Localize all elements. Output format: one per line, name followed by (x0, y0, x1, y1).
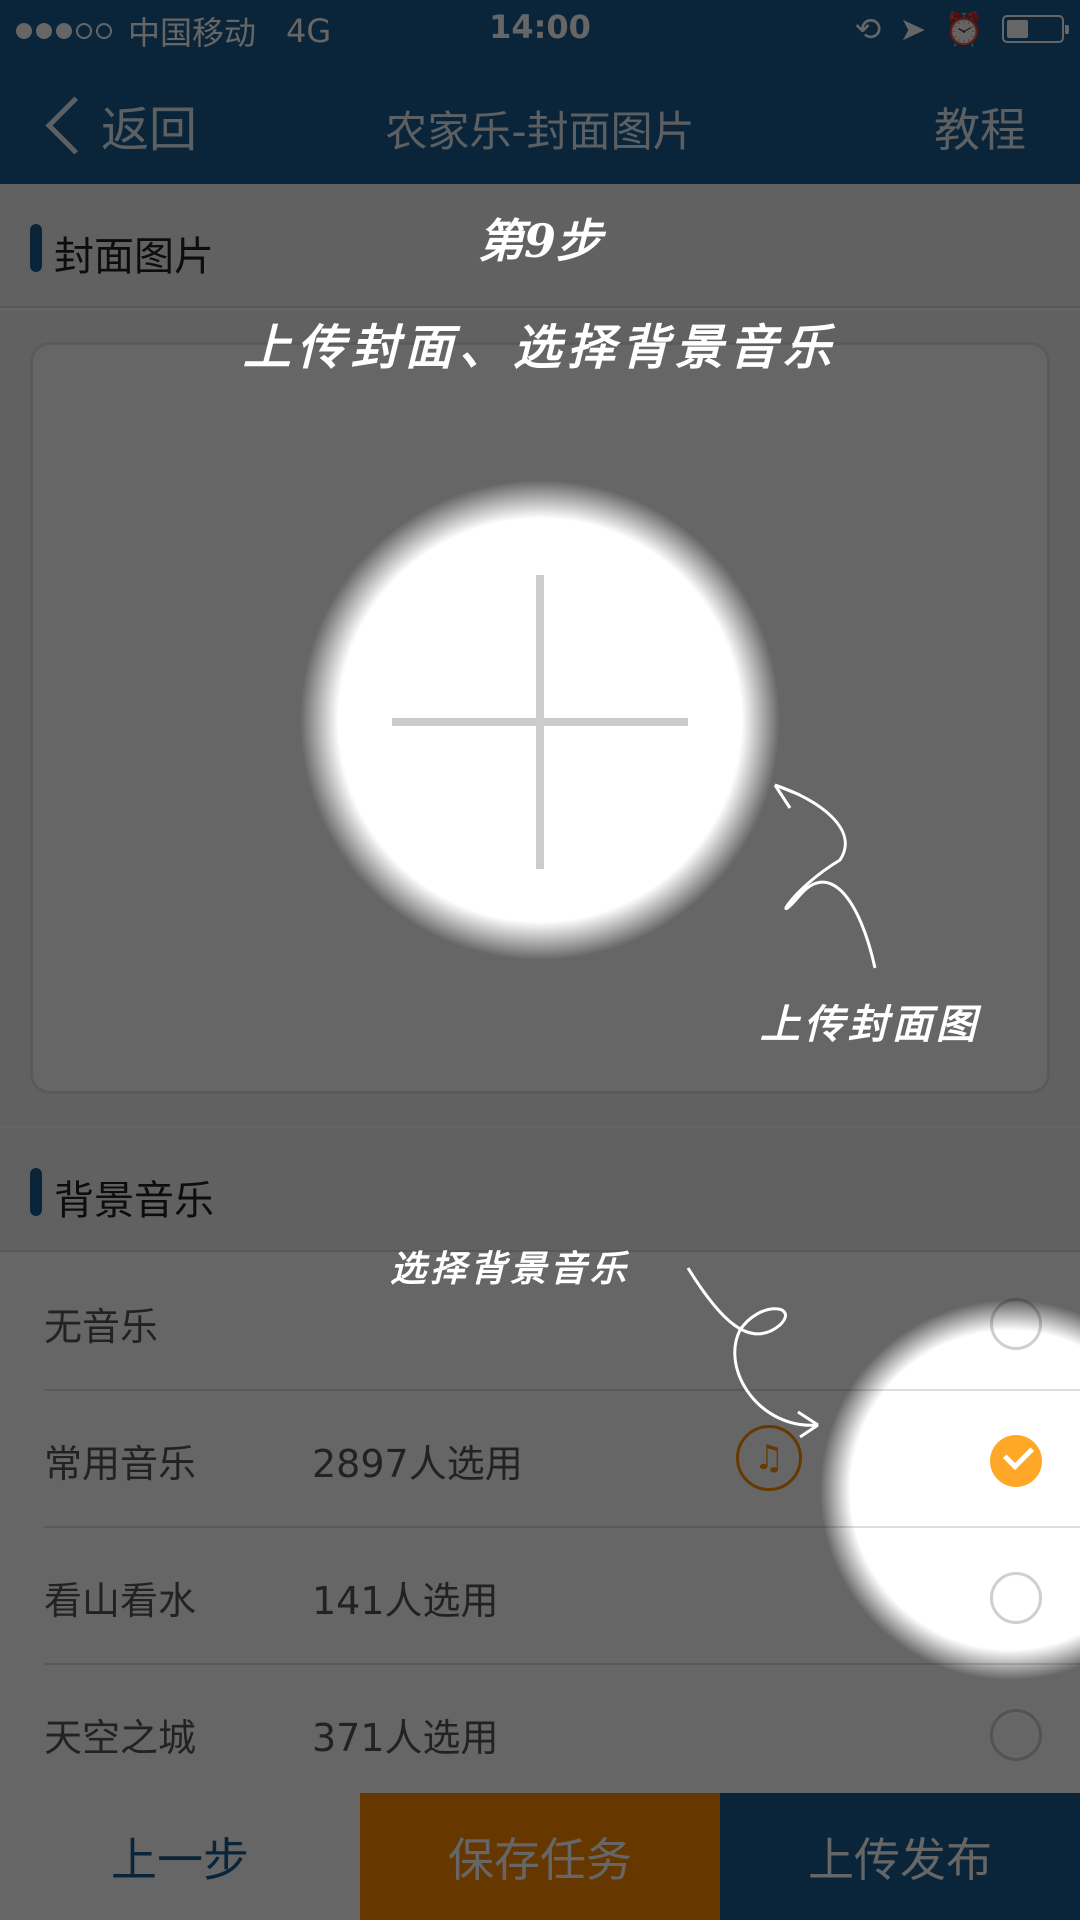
radio-button-selected[interactable] (990, 1435, 1042, 1487)
music-name: 无音乐 (44, 1305, 159, 1349)
music-option-mountains[interactable]: 看山看水 141人选用 (0, 1528, 1080, 1665)
music-option-sky-city[interactable]: 天空之城 371人选用 (0, 1665, 1080, 1802)
cover-section-title: 封面图片 (54, 234, 214, 280)
status-bar: 中国移动 4G 14:00 ⟲ ➤ ⏰ (0, 0, 1080, 60)
radio-button[interactable] (990, 1709, 1042, 1761)
save-task-button[interactable]: 保存任务 (360, 1793, 720, 1920)
add-cover-icon-h (392, 718, 688, 726)
music-option-none[interactable]: 无音乐 (0, 1254, 1080, 1391)
page-title: 农家乐-封面图片 (385, 107, 695, 156)
section-marker (30, 1168, 42, 1216)
alarm-icon: ⏰ (944, 10, 984, 48)
music-section-title: 背景音乐 (54, 1178, 214, 1224)
music-count: 2897人选用 (312, 1442, 523, 1486)
music-section-header: 背景音乐 (0, 1128, 1080, 1252)
music-name: 常用音乐 (44, 1442, 197, 1486)
upload-publish-button[interactable]: 上传发布 (720, 1793, 1080, 1920)
radio-button[interactable] (990, 1572, 1042, 1624)
bottom-action-bar: 上一步 保存任务 上传发布 (0, 1793, 1080, 1920)
music-count: 141人选用 (312, 1579, 499, 1623)
music-count: 371人选用 (312, 1716, 499, 1760)
rotation-lock-icon: ⟲ (854, 10, 882, 48)
music-option-common[interactable]: 常用音乐 2897人选用 ♫ (0, 1391, 1080, 1528)
previous-step-button[interactable]: 上一步 (0, 1793, 360, 1920)
section-marker (30, 224, 42, 272)
music-note-icon[interactable]: ♫ (736, 1425, 802, 1491)
nav-bar: 返回 农家乐-封面图片 教程 (0, 60, 1080, 184)
cover-section-header: 封面图片 (0, 184, 1080, 308)
music-name: 看山看水 (44, 1579, 197, 1623)
status-right: ⟲ ➤ ⏰ (854, 10, 1069, 48)
location-icon: ➤ (899, 10, 927, 48)
radio-button[interactable] (990, 1298, 1042, 1350)
music-name: 天空之城 (44, 1716, 197, 1760)
tutorial-button[interactable]: 教程 (934, 94, 1026, 160)
battery-icon (1002, 15, 1069, 43)
